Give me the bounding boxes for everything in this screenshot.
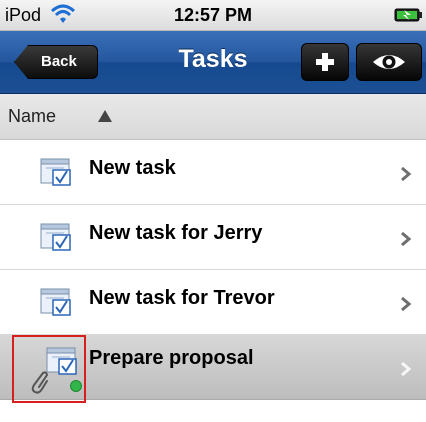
eye-icon [373,55,405,69]
task-list: New task New task for Jerry New task for… [0,140,426,403]
task-icon [46,347,77,375]
task-name: Prepare proposal [89,347,254,369]
task-icon [40,158,71,186]
view-button[interactable] [356,43,422,81]
status-dot [70,380,82,392]
chevron-right-icon [401,166,412,182]
battery-icon [394,8,422,22]
chevron-right-icon [401,361,412,377]
task-row-selected[interactable]: Prepare proposal [0,335,426,403]
task-name: New task for Trevor [89,287,275,309]
task-row[interactable]: New task for Trevor [0,270,426,335]
chevron-right-icon [401,296,412,312]
task-name: New task [89,157,176,179]
task-row[interactable]: New task for Jerry [0,205,426,270]
sort-label: Name [8,106,57,126]
chevron-right-icon [401,231,412,247]
task-row[interactable]: New task [0,140,426,205]
nav-bar: Back Tasks [0,31,426,94]
sort-ascending-icon [98,110,112,122]
status-time: 12:57 PM [173,5,253,25]
plus-icon [316,53,334,71]
add-task-button[interactable] [301,43,349,81]
sort-header[interactable]: Name [0,94,426,140]
task-icon [40,288,71,316]
status-bar: iPod 12:57 PM [0,0,426,31]
paperclip-icon [31,371,49,394]
task-name: New task for Jerry [89,222,263,244]
task-icon [40,223,71,251]
